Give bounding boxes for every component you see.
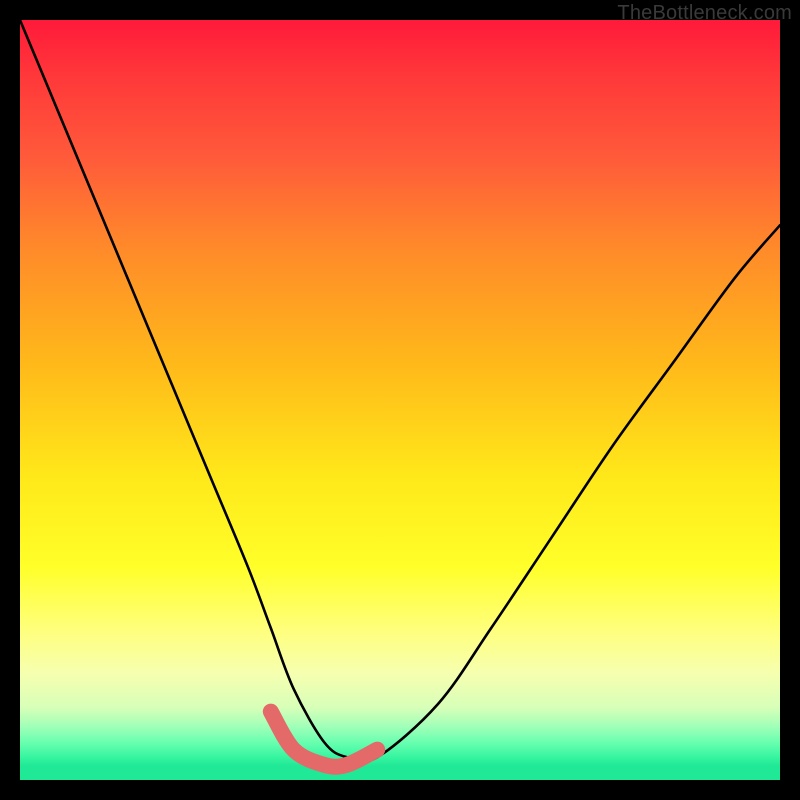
chart-frame: TheBottleneck.com bbox=[0, 0, 800, 800]
black-curve bbox=[20, 20, 780, 762]
pink-highlight bbox=[271, 712, 377, 767]
chart-svg bbox=[20, 20, 780, 780]
plot-area bbox=[20, 20, 780, 780]
